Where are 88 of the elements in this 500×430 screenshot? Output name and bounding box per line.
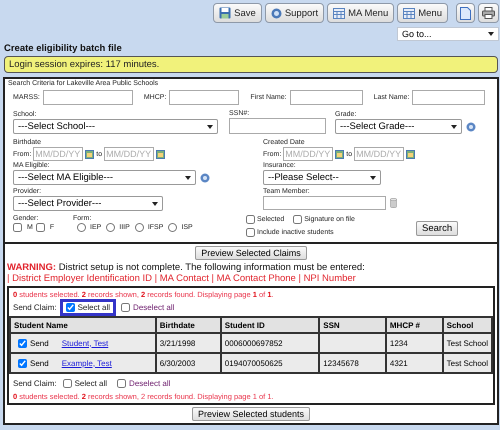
provider-select[interactable]: ---Select Provider--- [13,196,163,211]
table-cell: 0006000697852 [220,333,320,353]
page-button[interactable] [456,3,475,23]
table-cell: 6/30/2003 [156,353,221,373]
caret-icon [451,124,457,128]
date-field[interactable]: MM/DD/YY [354,147,404,161]
preview-students-button[interactable]: Preview Selected students [192,407,310,421]
date-field[interactable]: MM/DD/YY [104,147,154,161]
school-select[interactable]: ---Select School--- [13,119,218,134]
checkbox[interactable] [293,215,302,224]
radio-button[interactable] [77,223,86,232]
grade-select[interactable]: ---Select Grade--- [335,119,462,134]
caret-icon [207,124,213,128]
column-header: Student Name [10,317,156,333]
database-icon [390,198,397,208]
search-button[interactable]: Search [416,221,458,236]
date-field[interactable]: MM/DD/YY [33,147,84,161]
table-cell: 1234 [386,333,443,353]
text-field[interactable] [290,90,363,105]
column-header: Birthdate [156,317,221,333]
save-icon [219,7,232,19]
checkbox-label: Select all [74,379,108,388]
calendar-icon [156,150,166,158]
printer-icon [482,7,495,19]
caret-icon [488,32,494,36]
help-icon [270,8,282,18]
save-button[interactable]: Save [213,3,262,23]
date-field[interactable]: MM/DD/YY [283,147,334,161]
ma-eligible-select[interactable]: ---Select MA Eligible--- [13,170,196,185]
table-cell: 3/21/1998 [156,333,221,353]
checkbox-label: Send [30,338,49,348]
checkbox-label: Deselect all [133,303,174,312]
checkbox[interactable] [18,338,27,348]
caret-icon [152,202,158,206]
text-field[interactable] [412,90,486,105]
warning-message: WARNING: District setup is not complete. The following information must be entered: [7,262,366,273]
caret-icon [370,176,376,180]
support-button[interactable]: Support [264,3,324,23]
radio-button[interactable] [168,223,178,232]
calendar-icon [85,150,94,158]
session-notice: Login session expires: 117 minutes. [4,56,498,73]
column-header: School [442,317,492,333]
calendar-icon [406,150,416,158]
checkbox[interactable] [117,379,126,388]
text-field[interactable] [263,196,386,210]
preview-claims-button[interactable]: Preview Selected Claims [195,246,307,260]
checkbox[interactable] [36,223,45,232]
checkbox-label: Select all [78,303,110,312]
checkbox[interactable] [66,303,75,312]
table-cell: 0194070050625 [220,353,320,373]
checkbox[interactable] [246,228,255,237]
checkbox[interactable] [121,303,130,312]
missing-fields-list: | District Employer Identification ID | MA Contact | MA Contact Phone | NPI Number [7,273,495,284]
page-icon [460,6,471,20]
column-header: MHCP # [386,317,443,333]
table-icon [333,8,346,18]
table-cell: 4321 [386,353,443,373]
text-field[interactable] [169,90,240,105]
table-icon [403,8,416,18]
checkbox[interactable] [246,215,255,224]
table-cell: Test School [442,333,492,353]
print-button[interactable] [478,3,499,23]
help-icon [466,122,476,132]
menu-button[interactable]: Menu [397,3,448,23]
table-cell: Test School [442,353,492,373]
radio-button[interactable] [134,223,144,232]
text-field[interactable] [42,90,133,105]
calendar-icon [335,150,344,158]
student-link[interactable]: Example, Test [62,358,112,368]
checkbox[interactable] [13,223,22,232]
column-header: SSN [319,317,386,333]
page-title: Create eligibility batch file [4,43,123,54]
checkbox[interactable] [18,358,27,368]
send-claim-label: Send Claim: [13,379,57,388]
checkbox[interactable] [62,379,72,388]
checkbox-label: Deselect all [129,379,170,388]
checkbox-label: Send [30,358,49,368]
caret-icon [185,176,191,180]
table-cell: 12345678 [319,353,386,373]
menu-button[interactable]: MA Menu [327,3,394,23]
column-header: Student ID [220,317,320,333]
text-field[interactable] [229,118,326,134]
radio-button[interactable] [106,223,116,232]
send-claim-label: Send Claim: [13,303,57,312]
student-link[interactable]: Student, Test [62,338,108,348]
goto-select[interactable]: Go to... [397,27,499,41]
help-icon [200,172,210,182]
insurance-select[interactable]: --Please Select-- [263,170,381,185]
